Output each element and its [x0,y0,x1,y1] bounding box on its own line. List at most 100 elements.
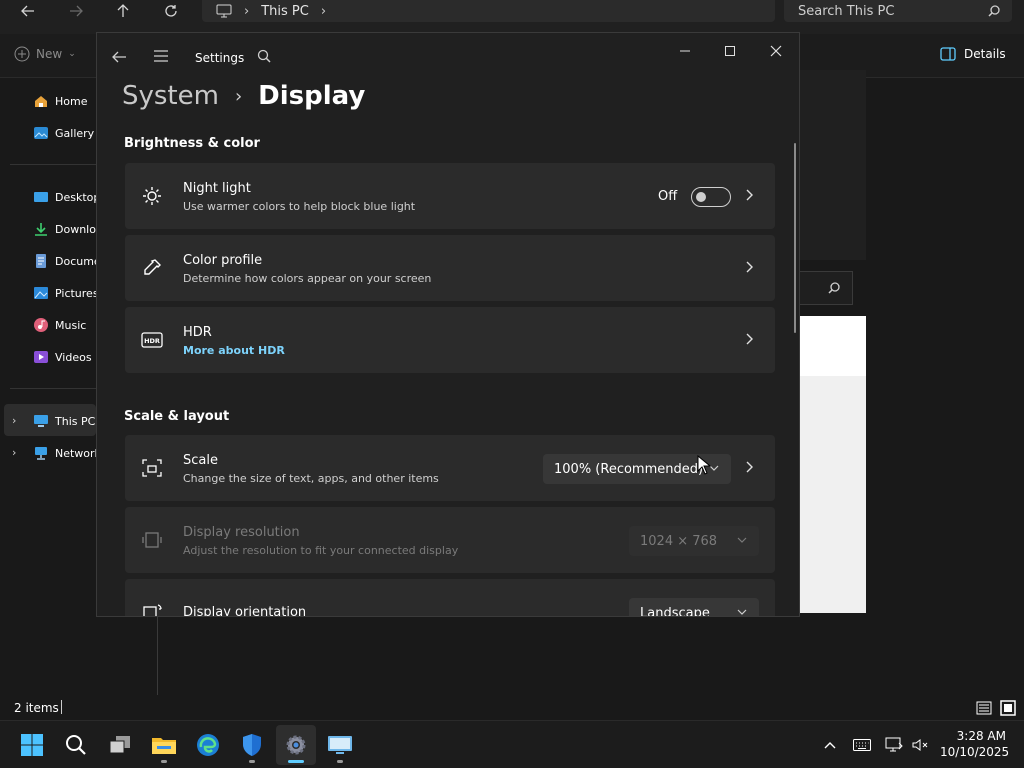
system-clock[interactable]: 3:28 AM 10/10/2025 [940,728,1009,760]
sidebar-item-pictures[interactable]: Pictures [33,285,99,301]
sidebar-item-downloads[interactable]: Downloa [33,221,103,237]
section-title-scale-layout: Scale & layout [124,409,230,424]
chevron-right-icon: › [234,85,243,107]
taskbar-windows-security[interactable] [232,725,272,765]
minimize-icon [680,50,690,52]
display-orientation-title: Display orientation [183,605,307,617]
volume-muted-button[interactable] [910,735,930,755]
address-box[interactable]: › This PC › [202,0,775,22]
settings-window: Settings System › Display Brightness & c… [96,32,800,617]
search-icon [66,735,86,755]
taskbar-search-button[interactable] [56,725,96,765]
start-button[interactable] [12,725,52,765]
chevron-right-icon[interactable] [743,188,755,202]
sidebar-item-label: Music [55,318,87,332]
refresh-button[interactable] [157,0,185,22]
computer-icon [216,4,232,18]
taskbar-remote-desktop[interactable] [320,725,360,765]
sidebar-item-label: Gallery [55,126,95,140]
large-icons-view-icon[interactable] [1000,700,1016,716]
address-crumb[interactable]: This PC [261,4,309,19]
videos-icon [33,349,49,365]
sidebar-item-music[interactable]: Music [33,317,86,333]
resolution-icon [141,529,163,551]
color-profile-card[interactable]: Color profile Determine how colors appea… [125,235,775,301]
network-status-button[interactable] [884,735,904,755]
close-button[interactable] [756,41,796,61]
night-light-subtitle: Use warmer colors to help block blue lig… [183,200,416,213]
settings-title-bar: Settings [97,33,799,81]
sidebar-item-videos[interactable]: Videos [33,349,92,365]
back-icon[interactable] [111,49,127,65]
gear-icon [286,735,306,755]
sidebar-item-home[interactable]: Home [33,93,87,109]
display-orientation-card[interactable]: Display orientation Landscape [125,579,775,617]
night-light-toggle[interactable] [691,187,731,207]
app-title: Settings [195,51,245,65]
speaker-muted-icon [912,739,928,751]
settings-scrollbar[interactable] [794,143,796,333]
chevron-right-icon[interactable] [743,460,755,474]
new-button[interactable]: New ⌄ [14,46,76,62]
scale-title: Scale [183,453,218,468]
edge-browser-icon [197,734,219,756]
hdr-icon: HDR [141,329,163,351]
chevron-right-icon[interactable] [743,260,755,274]
orientation-dropdown[interactable]: Landscape [629,598,759,617]
active-indicator [288,760,304,763]
sidebar-item-desktop[interactable]: Desktop [33,189,100,205]
arrow-right-icon [70,5,83,17]
chevron-right-icon: › [320,3,327,19]
section-title-brightness: Brightness & color [124,136,260,151]
mouse-cursor-icon [697,455,711,475]
task-view-button[interactable] [100,725,140,765]
hamburger-menu-icon[interactable] [153,49,169,63]
taskbar-file-explorer[interactable] [144,725,184,765]
explorer-content-search[interactable] [800,271,853,305]
sidebar-item-label: Pictures [55,286,99,300]
search-icon[interactable] [257,49,271,63]
sidebar-item-gallery[interactable]: Gallery [33,125,94,141]
arrow-up-icon [117,4,129,17]
orientation-icon [141,601,163,616]
chevron-down-icon: ⌄ [68,49,76,59]
up-button[interactable] [109,0,137,22]
chevron-right-icon[interactable]: › [12,446,16,459]
touch-keyboard-button[interactable] [852,735,872,755]
explorer-search-input[interactable]: Search This PC [784,0,1012,22]
minimize-button[interactable] [665,41,705,61]
back-button[interactable] [14,0,42,22]
scale-value: 100% (Recommended) [554,461,704,477]
show-hidden-icons-button[interactable] [820,735,840,755]
explorer-address-bar: › This PC › Search This PC [0,0,1024,34]
more-about-hdr-link[interactable]: More about HDR [183,344,285,357]
details-button[interactable]: Details [940,47,1006,61]
explorer-sidebar: Home Gallery Desktop Downloa Documen Pic… [0,78,108,698]
scale-card[interactable]: Scale Change the size of text, apps, and… [125,435,775,501]
forward-button[interactable] [62,0,90,22]
orientation-value: Landscape [640,605,710,617]
details-view-icon[interactable] [976,700,992,716]
page-title: Display [258,81,366,111]
maximize-button[interactable] [710,41,750,61]
explorer-status-bar: 2 items [0,697,1024,720]
hdr-card[interactable]: HDR HDR More about HDR [125,307,775,373]
running-indicator [337,760,343,763]
maximize-icon [725,46,735,56]
chevron-right-icon[interactable] [743,332,755,346]
sidebar-item-this-pc[interactable]: This PC [33,413,95,429]
sidebar-splitter[interactable] [157,617,158,695]
scale-subtitle: Change the size of text, apps, and other… [183,472,439,485]
chevron-right-icon[interactable]: › [12,414,16,427]
sidebar-item-label: Videos [55,350,92,364]
sidebar-item-network[interactable]: Network [33,445,101,461]
night-light-card[interactable]: Night light Use warmer colors to help bl… [125,163,775,229]
breadcrumb-parent[interactable]: System [122,81,219,111]
sidebar-divider [10,388,96,389]
sidebar-item-label: Desktop [55,190,101,204]
scale-icon [141,457,163,479]
network-display-icon [885,737,903,752]
taskbar-settings[interactable] [276,725,316,765]
documents-icon [33,253,49,269]
taskbar-edge[interactable] [188,725,228,765]
